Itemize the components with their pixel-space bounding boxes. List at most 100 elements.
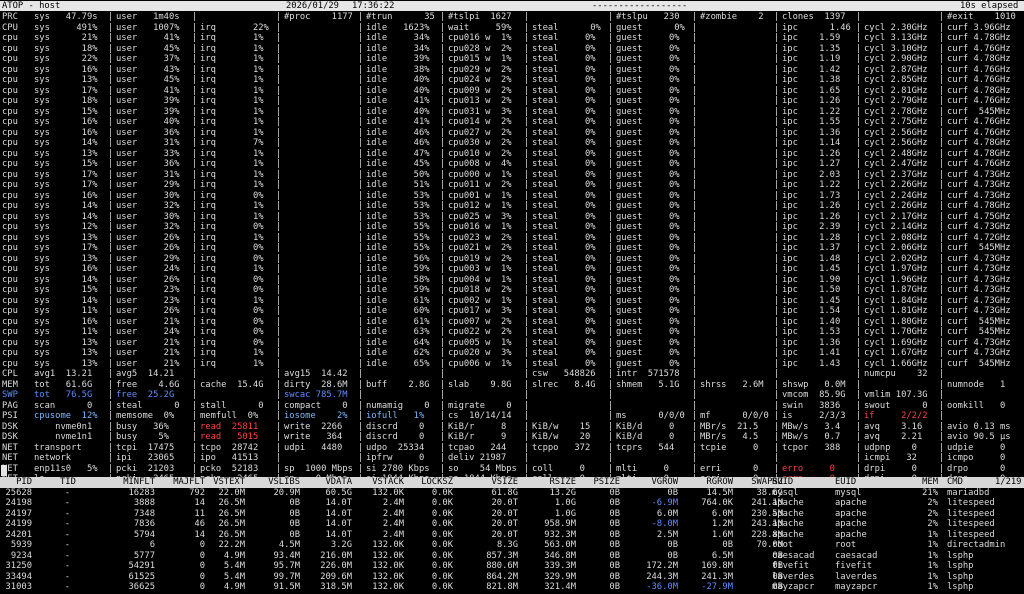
process-cell: 0B xyxy=(609,519,620,529)
column-separator: | xyxy=(108,127,114,138)
process-cell: 1% xyxy=(927,540,938,550)
swp-row: | | | | | | | | | | | SWP tot 76.5G free 25.2G swcac 7… xyxy=(0,390,1024,401)
process-header-row: PID TID MINFLT MAJFLT VSTEXT VSLIBS VDATA VSTAC… xyxy=(0,477,1024,488)
process-cell: 318.5M xyxy=(320,582,352,592)
cpu-row-field: irq 1% xyxy=(200,232,264,243)
column-separator: | xyxy=(608,22,614,33)
process-row[interactable]: 33494 - 61525 0 5.4M 99.7M 209.6M 132.0K 0.0K 864… xyxy=(0,572,1024,583)
process-row[interactable]: 24199-7836 46 26.5M 0B 14.0T 2.4M 0.0K 20.0T 958… xyxy=(0,519,1024,530)
column-separator: | xyxy=(358,222,364,232)
column-separator: | xyxy=(939,169,945,180)
cpu-row-field: curf 545MHz xyxy=(947,358,1011,369)
cpu-row-field: idle 55% xyxy=(366,222,430,232)
column-separator: | xyxy=(440,253,446,264)
column-separator: | xyxy=(108,463,114,474)
process-cell: 2.4M xyxy=(382,498,404,508)
cpu-row-field: curf 545MHz xyxy=(947,327,1011,337)
net-row-field: icmpi 32 xyxy=(864,453,917,463)
column-separator: | xyxy=(276,232,282,243)
cpu-row: | | | | | | | | | | | cpu sys 16% user 30% irq 0% idle … xyxy=(0,191,1024,202)
cpu-row-field: cycl 2.06GHz xyxy=(864,243,928,253)
column-separator: | xyxy=(358,390,364,400)
column-separator: | xyxy=(524,33,530,43)
cpu-row-field: steal 0% xyxy=(532,295,596,306)
process-cell: 0.0K xyxy=(431,529,453,540)
row-label: cpu xyxy=(2,127,18,138)
column-separator: | xyxy=(774,138,780,148)
process-row[interactable]: 24198-3888 14 26.5M 0B 14.0T 2.4M 0.0K 20.0T 1.0… xyxy=(0,498,1024,509)
column-separator: | xyxy=(358,264,364,274)
cpu-row-field: cycl 2.87GHz xyxy=(864,64,928,75)
process-cell: - xyxy=(64,498,70,508)
cpu-row-field: user 26% xyxy=(116,243,180,253)
column-separator: | xyxy=(774,12,780,22)
column-separator: | xyxy=(774,117,780,127)
process-cell: 132.0K xyxy=(372,561,404,571)
process-row[interactable]: 31003 - 36625 0 4.9M 91.5M 318.5M 132.0K 0.0K 821… xyxy=(0,582,1024,593)
column-separator: | xyxy=(608,54,614,64)
process-cell: 0 xyxy=(199,571,205,582)
process-row[interactable]: 31250 - 54291 0 5.4M 95.7M 226.0M 132.0K 0.0K 880… xyxy=(0,561,1024,572)
cpu-row-field: cpu016 w 1% xyxy=(448,222,512,232)
cpu-total-row-field: sys 491% xyxy=(34,22,98,33)
process-row[interactable]: 24201-5794 14 26.5M 0B 14.0T 2.4M 0.0K 20.0T 932… xyxy=(0,530,1024,541)
column-separator: | xyxy=(608,316,614,327)
column-separator: | xyxy=(440,285,446,295)
process-cell: 1% xyxy=(927,550,938,561)
column-separator: | xyxy=(608,243,614,253)
column-separator: | xyxy=(774,75,780,85)
dsk-row-field: avio 90.5 µs xyxy=(947,432,1011,442)
cpu-row-field: user 23% xyxy=(116,285,180,295)
column-separator: | xyxy=(192,180,198,190)
column-separator: | xyxy=(192,463,198,474)
cpu-total-row-field: idle 1623% xyxy=(366,22,430,33)
process-cell: 4.5M xyxy=(278,540,300,550)
process-row[interactable]: 5939-6 0 22.2M 4.5M 3.2G 132.0K 0.0K 8.3G 563.0M… xyxy=(0,540,1024,551)
column-separator: | xyxy=(524,442,530,453)
cpu-row-field: user 24% xyxy=(116,327,180,337)
column-separator: | xyxy=(774,411,780,421)
column-separator: | xyxy=(358,75,364,85)
column-separator: | xyxy=(608,106,614,117)
dsk-row-field: nvme0n1 xyxy=(34,421,93,432)
process-cell: 0.0K xyxy=(431,561,453,571)
mem-row-field: shrss 2.6M xyxy=(700,379,764,390)
column-separator: | xyxy=(939,453,945,463)
process-cell: 8.3G xyxy=(496,540,518,550)
process-cell: 14 xyxy=(194,498,205,508)
column-separator: | xyxy=(856,64,862,75)
column-header: MINFLT xyxy=(123,477,155,487)
cpu-row-field: cpu003 w 1% xyxy=(448,264,512,274)
cpu-row-field: curf 4.78GHz xyxy=(947,148,1011,159)
process-row[interactable]: 24197-7348 11 26.5M 0B 14.0T 2.4M 0.0K 20.0T 1.0… xyxy=(0,509,1024,520)
process-cell: 0B xyxy=(609,508,620,519)
column-separator: | xyxy=(440,190,446,201)
cpu-row-field: cycl 1.81GHz xyxy=(864,306,928,316)
cpu-row-field: sys 13% xyxy=(34,358,98,369)
column-separator: | xyxy=(939,337,945,348)
column-separator: | xyxy=(358,64,364,75)
cpu-row-field: irq 1% xyxy=(200,295,264,306)
column-separator: | xyxy=(108,390,114,400)
pag-row-field: compact 0 xyxy=(284,400,348,411)
cpu-row-field: cycl 2.81GHz xyxy=(864,85,928,96)
cpu-row-field: cycl 2.56GHz xyxy=(864,127,928,138)
process-row[interactable]: 25628 - 16283 792 22.0M 20.9M 60.5G 132.0K 0.0K 6… xyxy=(0,488,1024,499)
column-separator: | xyxy=(276,253,282,264)
column-separator: | xyxy=(440,138,446,148)
cpu-row-field: curf 4.78GHz xyxy=(947,54,1011,64)
process-row[interactable]: 9234 - 5777 0 4.9M 93.4M 216.0M 132.0K 0.0K 857.3… xyxy=(0,551,1024,562)
column-separator: | xyxy=(276,358,282,369)
process-cell: lsphp xyxy=(947,561,974,571)
column-separator: | xyxy=(358,400,364,411)
cpu-row-field: steal 0% xyxy=(532,306,596,316)
cpu-row: | | | | | | | | | | | cpu sys 13% user 26% irq 1% idle … xyxy=(0,233,1024,244)
column-separator: | xyxy=(192,127,198,138)
cpu-row-field: curf 4.75GHz xyxy=(947,211,1011,222)
column-separator: | xyxy=(358,12,364,22)
column-separator: | xyxy=(608,274,614,285)
cpu-row-field: steal 0% xyxy=(532,64,596,75)
column-separator: | xyxy=(358,358,364,369)
column-separator: | xyxy=(440,337,446,348)
column-separator: | xyxy=(440,274,446,285)
